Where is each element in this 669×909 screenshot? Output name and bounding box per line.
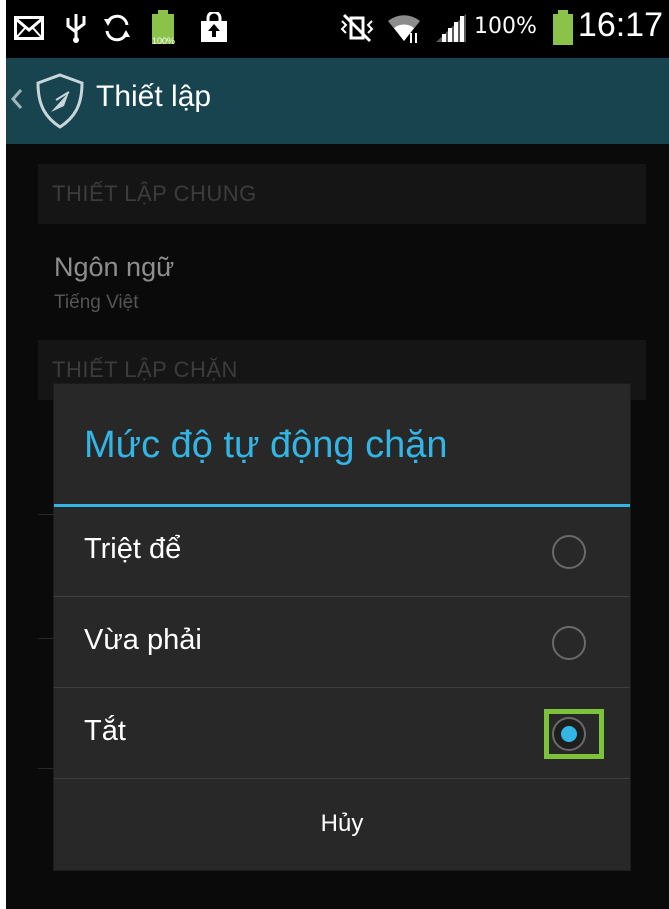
battery-percent: 100%	[474, 14, 537, 39]
phone-screen: 100% 100% 16:17 Thiết lập THIẾT LẬP CHUN…	[6, 0, 669, 909]
mute-vibrate-icon	[340, 10, 374, 46]
option-tat[interactable]: Tắt	[54, 689, 630, 779]
language-value: Tiếng Việt	[54, 292, 139, 313]
radio-button-unchecked[interactable]	[552, 626, 586, 660]
usb-icon	[64, 10, 88, 46]
auto-block-level-dialog: Mức độ tự động chặn Triệt để Vừa phải Tắ…	[54, 384, 630, 870]
battery-icon	[552, 10, 574, 46]
radio-button-unchecked[interactable]	[552, 535, 586, 569]
battery-small-label: 100%	[152, 36, 176, 46]
sync-icon	[102, 10, 132, 46]
action-bar[interactable]: Thiết lập	[6, 58, 669, 144]
clock: 16:17	[577, 6, 663, 44]
dialog-title: Mức độ tự động chặn	[84, 424, 448, 466]
shield-logo-icon	[34, 72, 86, 134]
mail-icon	[14, 10, 44, 46]
section-header-general-label: THIẾT LẬP CHUNG	[52, 181, 257, 206]
option-label: Vừa phải	[84, 624, 202, 656]
option-triet-de[interactable]: Triệt để	[54, 507, 630, 597]
option-label: Triệt để	[84, 533, 182, 565]
cancel-button-label: Hủy	[320, 810, 364, 837]
wifi-icon	[386, 10, 422, 46]
shopping-bag-icon	[198, 10, 230, 46]
language-title: Ngôn ngữ	[54, 252, 175, 282]
selection-highlight-box	[544, 709, 604, 759]
section-header-blocking-label: THIẾT LẬP CHẶN	[52, 357, 238, 382]
option-vua-phai[interactable]: Vừa phải	[54, 598, 630, 688]
status-bar: 100% 100% 16:17	[6, 0, 669, 58]
section-header-general: THIẾT LẬP CHUNG	[38, 164, 646, 224]
option-label: Tắt	[84, 715, 126, 747]
page-title: Thiết lập	[96, 80, 212, 113]
back-chevron-icon[interactable]	[10, 84, 24, 118]
signal-icon	[434, 10, 468, 46]
cancel-button[interactable]: Hủy	[54, 780, 630, 870]
